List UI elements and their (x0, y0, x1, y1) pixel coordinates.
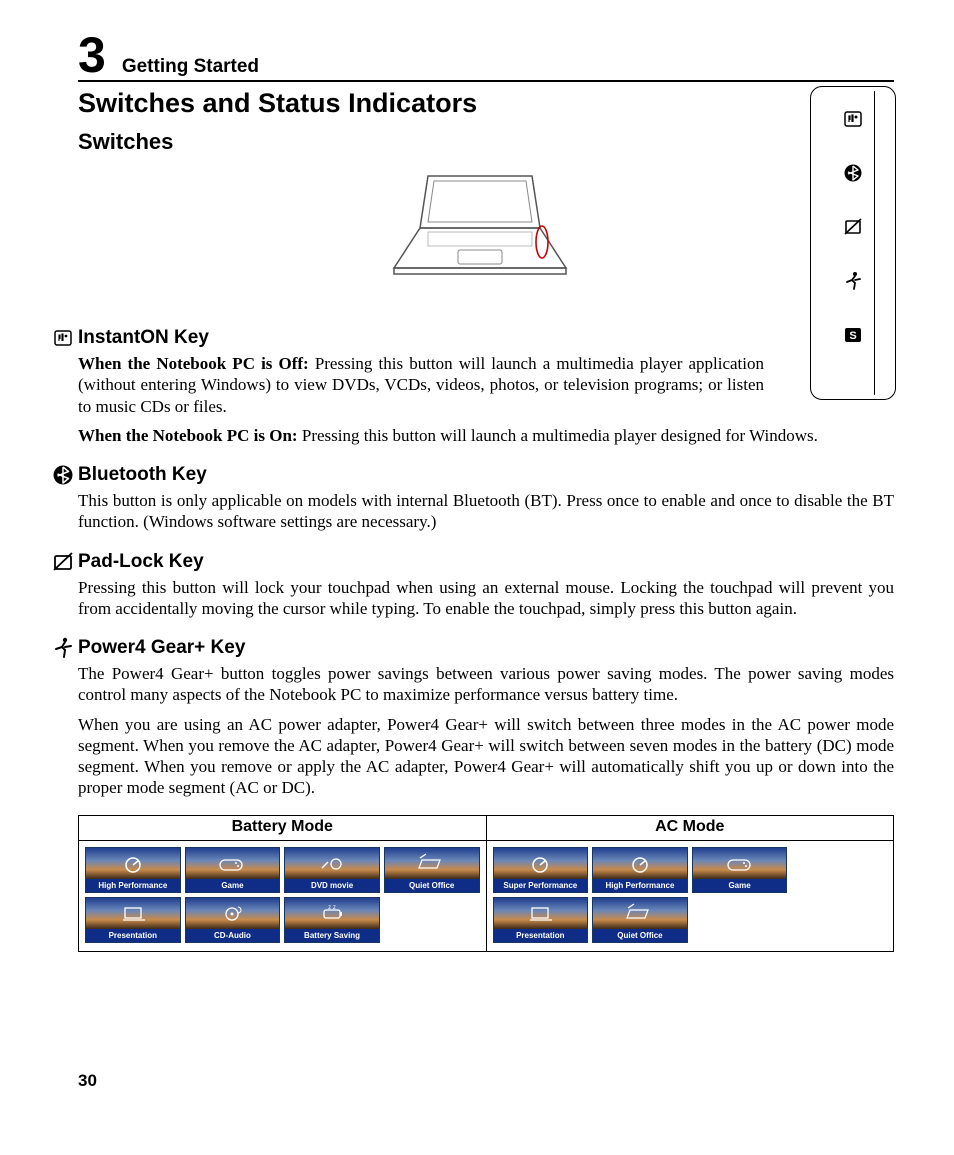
mode-tile-label: Super Performance (494, 879, 588, 892)
mode-tile-label: Presentation (494, 929, 588, 942)
mode-tile: CD-Audio (185, 897, 281, 943)
mode-tile: Super Performance (493, 847, 589, 893)
battery-mode-column: Battery Mode High Performance Game DVD mov… (79, 816, 486, 951)
media-icon (52, 330, 74, 346)
mode-tile: Presentation (493, 897, 589, 943)
mode-tile: Quiet Office (384, 847, 480, 893)
mode-tile-label: High Performance (593, 879, 687, 892)
bluetooth-title: Bluetooth Key (78, 464, 207, 486)
instanton-title: InstantON Key (78, 327, 209, 349)
page-number: 30 (78, 1071, 97, 1091)
bluetooth-icon (52, 465, 74, 485)
mode-tile-label: Presentation (86, 929, 180, 942)
mode-tile: Quiet Office (592, 897, 688, 943)
padlock-icon (843, 217, 863, 237)
mode-tile: Presentation (85, 897, 181, 943)
instanton-on-label: When the Notebook PC is On: (78, 426, 298, 445)
instanton-off-label: When the Notebook PC is Off: (78, 354, 309, 373)
chapter-title: Getting Started (122, 56, 259, 78)
padlock-icon (52, 552, 74, 572)
ac-mode-column: AC Mode Super Performance High Performanc… (486, 816, 894, 951)
instanton-on-text: Pressing this button will launch a multi… (298, 426, 818, 445)
mode-tile-label: Quiet Office (593, 929, 687, 942)
instanton-section: InstantON Key When the Notebook PC is Of… (78, 327, 894, 446)
mode-tile-label: High Performance (86, 879, 180, 892)
modes-table: Battery Mode High Performance Game DVD mov… (78, 815, 894, 952)
mode-tile-label: Battery Saving (285, 929, 379, 942)
chapter-header: 3 Getting Started (78, 30, 894, 82)
padlock-title: Pad-Lock Key (78, 551, 204, 573)
mode-tile: Game (692, 847, 788, 893)
runner-icon (52, 637, 74, 659)
mode-tile-label: DVD movie (285, 879, 379, 892)
mode-tile: DVD movie (284, 847, 380, 893)
battery-mode-header: Battery Mode (79, 816, 486, 841)
mode-tile: z z Battery Saving (284, 897, 380, 943)
bluetooth-text: This button is only applicable on models… (78, 490, 894, 533)
mode-tile: High Performance (85, 847, 181, 893)
section-title: Switches and Status Indicators (78, 88, 894, 119)
laptop-illustration (390, 172, 570, 282)
bluetooth-icon (843, 163, 863, 183)
mode-tile-label: Quiet Office (385, 879, 479, 892)
media-icon (843, 109, 863, 129)
padlock-section: Pad-Lock Key Pressing this button will l… (78, 551, 894, 620)
svg-text:z z: z z (328, 905, 336, 911)
runner-icon (843, 271, 863, 291)
power4-p2: When you are using an AC power adapter, … (78, 714, 894, 799)
chapter-number: 3 (78, 30, 106, 80)
mode-tile-label: Game (693, 879, 787, 892)
mode-tile-label: CD-Audio (186, 929, 280, 942)
mode-tile: High Performance (592, 847, 688, 893)
bluetooth-section: Bluetooth Key This button is only applic… (78, 464, 894, 533)
mode-tile-label: Game (186, 879, 280, 892)
padlock-text: Pressing this button will lock your touc… (78, 577, 894, 620)
subsection-title: Switches (78, 129, 894, 155)
ac-mode-header: AC Mode (487, 816, 894, 841)
power4-section: Power4 Gear+ Key The Power4 Gear+ button… (78, 637, 894, 799)
power4-p1: The Power4 Gear+ button toggles power sa… (78, 663, 894, 706)
power4-title: Power4 Gear+ Key (78, 637, 245, 659)
mode-tile: Game (185, 847, 281, 893)
